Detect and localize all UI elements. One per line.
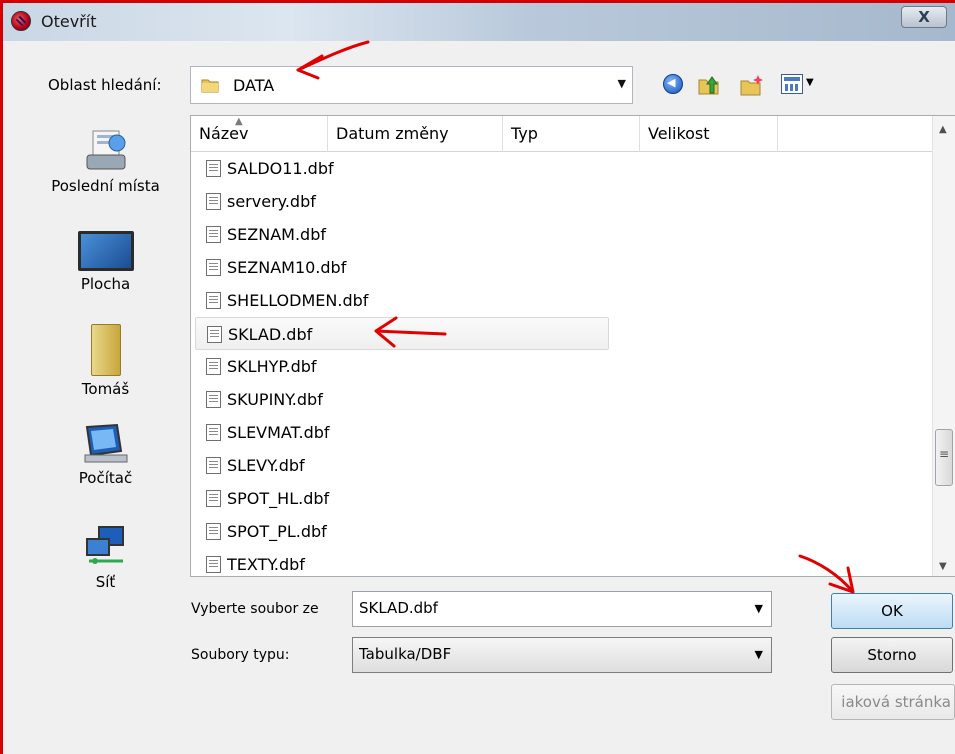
place-desktop-label: Plocha <box>80 275 131 293</box>
views-menu-icon[interactable] <box>781 74 803 94</box>
file-name: SHELLODMEN.dbf <box>227 291 369 310</box>
look-in-dropdown[interactable]: DATA ▼ <box>190 66 633 104</box>
app-logo-icon <box>11 11 31 31</box>
file-name: SLEVMAT.dbf <box>227 423 330 442</box>
file-name: servery.dbf <box>227 192 316 211</box>
views-chevron-down-icon[interactable]: ▼ <box>806 77 814 88</box>
column-name[interactable]: ▲ Název <box>191 116 328 152</box>
file-row[interactable]: SKLAD.dbf <box>195 317 609 350</box>
file-type-value: Tabulka/DBF <box>359 645 452 663</box>
sort-ascending-icon: ▲ <box>235 116 243 127</box>
file-name: TEXTY.dbf <box>227 555 305 574</box>
dbf-file-icon <box>206 358 221 375</box>
dbf-file-icon <box>206 292 221 309</box>
file-name: SEZNAM.dbf <box>227 225 326 244</box>
look-in-label: Oblast hledání: <box>48 76 162 94</box>
column-size[interactable]: Velikost <box>640 116 778 152</box>
column-size-label: Velikost <box>648 124 710 143</box>
look-in-value: DATA <box>233 76 275 95</box>
file-row[interactable]: SALDO11.dbf <box>195 152 615 185</box>
dbf-file-icon <box>206 457 221 474</box>
back-arrow-icon[interactable] <box>663 74 683 94</box>
file-name-input[interactable]: SKLAD.dbf ▼ <box>352 591 772 627</box>
dbf-file-icon <box>206 193 221 210</box>
file-name: SKUPINY.dbf <box>227 390 323 409</box>
file-row[interactable]: SKUPINY.dbf <box>195 383 615 416</box>
file-row[interactable]: SPOT_PL.dbf <box>195 515 615 548</box>
file-row[interactable]: SHELLODMEN.dbf <box>195 284 615 317</box>
file-name: SLEVY.dbf <box>227 456 305 475</box>
new-folder-icon[interactable] <box>739 74 765 96</box>
place-recent[interactable]: Poslední místa <box>33 129 178 195</box>
file-row[interactable]: SLEVMAT.dbf <box>195 416 615 449</box>
network-icon <box>85 526 124 564</box>
file-list[interactable]: ▲ Název Datum změny Typ Velikost SALDO11… <box>190 115 955 577</box>
place-computer[interactable]: Počítač <box>33 423 178 487</box>
ok-button[interactable]: OK <box>831 593 953 629</box>
dbf-file-icon <box>206 556 221 573</box>
file-rows: SALDO11.dbf servery.dbf SEZNAM.dbf SEZNAM10… <box>195 152 615 576</box>
file-row[interactable]: servery.dbf <box>195 185 615 218</box>
column-type[interactable]: Typ <box>503 116 640 152</box>
computer-icon <box>84 423 127 463</box>
place-network-label: Síť <box>95 573 116 591</box>
place-user-label: Tomáš <box>81 380 130 398</box>
dbf-file-icon <box>206 226 221 243</box>
place-user[interactable]: Tomáš <box>33 324 178 398</box>
dbf-file-icon <box>206 523 221 540</box>
open-file-dialog: Otevřít X Oblast hledání: DATA ▼ ▼ Posle… <box>0 0 955 754</box>
file-row[interactable]: SEZNAM.dbf <box>195 218 615 251</box>
file-name: SPOT_HL.dbf <box>227 489 330 508</box>
desktop-icon <box>77 231 134 271</box>
column-date[interactable]: Datum změny <box>328 116 503 152</box>
place-desktop[interactable]: Plocha <box>33 231 178 293</box>
cancel-button[interactable]: Storno <box>831 637 953 673</box>
file-name: SPOT_PL.dbf <box>227 522 327 541</box>
folder-icon <box>201 79 219 93</box>
file-row[interactable]: SKLHYP.dbf <box>195 350 615 383</box>
scroll-up-icon[interactable]: ▲ <box>939 124 947 135</box>
dbf-file-icon <box>207 326 222 343</box>
column-date-label: Datum změny <box>336 124 449 143</box>
file-name: SEZNAM10.dbf <box>227 258 347 277</box>
file-type-label: Soubory typu: <box>191 647 290 663</box>
window-title: Otevřít <box>41 12 97 31</box>
up-folder-icon[interactable] <box>697 74 721 96</box>
column-type-label: Typ <box>511 124 538 143</box>
scroll-thumb[interactable] <box>935 429 953 486</box>
file-row[interactable]: SPOT_HL.dbf <box>195 482 615 515</box>
file-row[interactable]: SEZNAM10.dbf <box>195 251 615 284</box>
dbf-file-icon <box>206 391 221 408</box>
chevron-down-icon[interactable]: ▼ <box>755 648 763 661</box>
file-name: SALDO11.dbf <box>227 159 334 178</box>
file-row[interactable]: SLEVY.dbf <box>195 449 615 482</box>
recent-places-icon <box>86 130 125 170</box>
place-computer-label: Počítač <box>78 469 133 487</box>
dbf-file-icon <box>206 490 221 507</box>
dbf-file-icon <box>206 160 221 177</box>
vertical-scrollbar[interactable]: ▲ ▼ <box>932 116 955 576</box>
place-network[interactable]: Síť <box>33 525 178 591</box>
column-header: ▲ Název Datum změny Typ Velikost <box>191 116 933 152</box>
file-name: SKLAD.dbf <box>228 325 313 344</box>
user-folder-icon <box>90 324 121 376</box>
close-button[interactable]: X <box>901 6 947 28</box>
title-bar[interactable]: Otevřít X <box>3 3 955 41</box>
dbf-file-icon <box>206 259 221 276</box>
scroll-down-icon[interactable]: ▼ <box>939 561 947 572</box>
help-button[interactable]: iaková stránka <box>831 684 955 720</box>
place-recent-label: Poslední místa <box>51 177 160 195</box>
chevron-down-icon[interactable]: ▼ <box>618 77 626 90</box>
dbf-file-icon <box>206 424 221 441</box>
file-name-value: SKLAD.dbf <box>359 599 438 617</box>
file-type-select[interactable]: Tabulka/DBF ▼ <box>352 637 772 673</box>
file-name-label: Vyberte soubor ze <box>191 601 319 617</box>
file-name: SKLHYP.dbf <box>227 357 317 376</box>
chevron-down-icon[interactable]: ▼ <box>755 602 763 615</box>
file-row[interactable]: TEXTY.dbf <box>195 548 615 576</box>
